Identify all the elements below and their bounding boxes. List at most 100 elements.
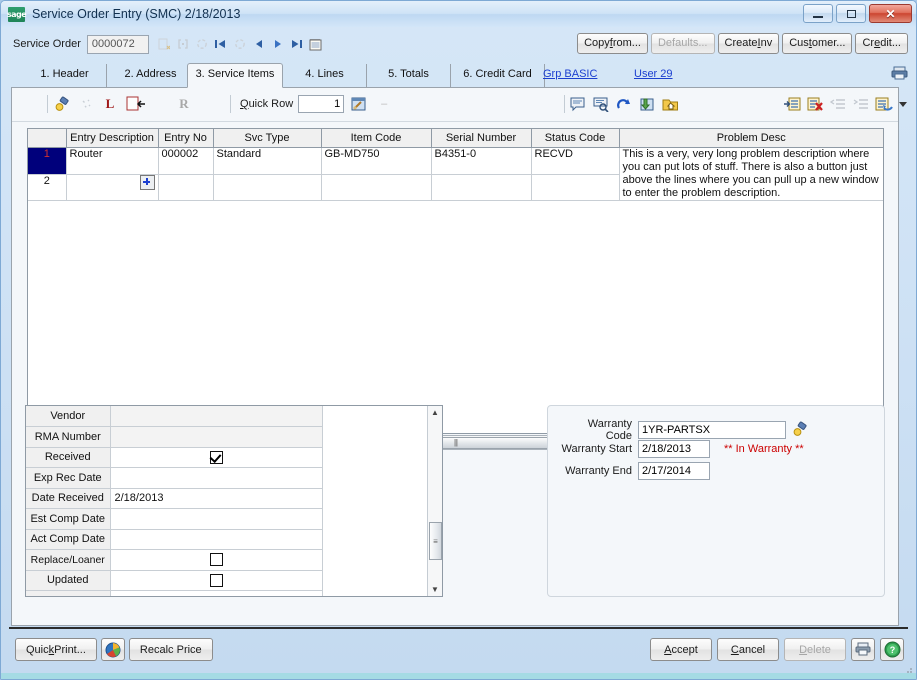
printer-icon[interactable] bbox=[891, 65, 908, 84]
service-item-detail-grid[interactable]: Vendor RMA Number Received Exp Rec Date bbox=[25, 405, 443, 597]
detail-value-updated[interactable] bbox=[110, 570, 323, 591]
table-row[interactable]: 1 Router 000002 Standard GB-MD750 B4351-… bbox=[28, 147, 883, 201]
insert-row-icon[interactable] bbox=[782, 94, 802, 114]
flashlight-icon[interactable] bbox=[792, 421, 808, 440]
flashlight-icon[interactable] bbox=[52, 94, 72, 114]
scroll-down-icon[interactable]: ▼ bbox=[429, 583, 442, 596]
tab-service-items[interactable]: 3. Service Items bbox=[187, 63, 283, 88]
cell-svc-type[interactable] bbox=[213, 174, 322, 201]
list-item[interactable]: Vendor bbox=[26, 406, 442, 596]
comment-icon[interactable] bbox=[568, 94, 588, 114]
expand-problem-button[interactable] bbox=[139, 174, 155, 190]
comment-search-icon[interactable] bbox=[591, 94, 611, 114]
col-serial-number[interactable]: Serial Number bbox=[431, 129, 532, 148]
copy-line-icon[interactable] bbox=[124, 94, 148, 114]
user-link[interactable]: User 29 bbox=[634, 68, 673, 80]
detail-vertical-scrollbar[interactable]: ▲ ≡ ▼ bbox=[427, 406, 442, 596]
dropdown-arrow-icon[interactable] bbox=[897, 94, 909, 114]
quick-row-input[interactable]: 1 bbox=[298, 95, 345, 113]
col-svc-type[interactable]: Svc Type bbox=[213, 129, 322, 148]
col-item-code[interactable]: Item Code bbox=[321, 129, 432, 148]
tab-header[interactable]: 1. Header bbox=[23, 64, 107, 87]
cancel-button[interactable]: Cancel bbox=[717, 638, 779, 661]
quick-print-button[interactable]: Quic k Print... bbox=[15, 638, 97, 661]
detail-value-vendor[interactable] bbox=[110, 406, 323, 427]
cell-problem-desc[interactable]: This is a very, very long problem descri… bbox=[619, 147, 883, 201]
line-left-icon[interactable]: L bbox=[100, 94, 120, 114]
accept-button[interactable]: Accept bbox=[650, 638, 712, 661]
recalc-price-button[interactable]: Recalc Price bbox=[128, 638, 213, 661]
next-record-icon[interactable] bbox=[271, 37, 285, 52]
service-items-grid[interactable]: Entry Description Entry No Svc Type Item… bbox=[27, 128, 884, 434]
detail-value-received[interactable] bbox=[110, 447, 323, 468]
warranty-start-input[interactable]: 2/18/2013 bbox=[638, 440, 710, 458]
delete-row-icon[interactable] bbox=[805, 94, 825, 114]
col-entry-description[interactable]: Entry Description bbox=[66, 129, 159, 148]
refresh-arrow-icon[interactable] bbox=[614, 94, 634, 114]
bracket-icon[interactable] bbox=[176, 37, 190, 52]
prev-record-icon[interactable] bbox=[252, 37, 266, 52]
detail-value-est-comp-date[interactable] bbox=[110, 508, 323, 530]
cell-svc-type[interactable]: Standard bbox=[213, 147, 322, 175]
cell-entry-no[interactable]: 000002 bbox=[158, 147, 214, 175]
tab-lines[interactable]: 4. Lines bbox=[283, 64, 367, 87]
defaults-button[interactable]: Defaults... bbox=[650, 33, 715, 54]
lookup-icon[interactable] bbox=[349, 94, 369, 114]
warranty-end-input[interactable]: 2/17/2014 bbox=[638, 462, 710, 480]
print-preview-button[interactable] bbox=[100, 638, 125, 661]
maximize-button[interactable] bbox=[836, 4, 866, 23]
first-record-icon[interactable] bbox=[214, 37, 228, 52]
received-checkbox[interactable] bbox=[209, 450, 223, 464]
credit-button[interactable]: Cr e dit... bbox=[855, 33, 908, 54]
cell-item-code[interactable]: GB-MD750 bbox=[321, 147, 432, 175]
customer-button[interactable]: Cus t omer... bbox=[782, 33, 853, 54]
col-status-code[interactable]: Status Code bbox=[531, 129, 620, 148]
cell-entry-description[interactable] bbox=[66, 174, 159, 201]
row-number[interactable]: 1 bbox=[28, 147, 67, 175]
grp-basic-link[interactable]: Grp BASIC bbox=[543, 68, 597, 80]
detail-value-act-comp-date[interactable] bbox=[110, 529, 323, 550]
col-entry-no[interactable]: Entry No bbox=[158, 129, 214, 148]
detail-value-date-received[interactable]: 2/18/2013 bbox=[110, 488, 323, 509]
tab-address-label: 2. Address bbox=[124, 68, 177, 80]
tab-credit-card[interactable]: 6. Credit Card bbox=[451, 64, 545, 87]
detail-value-replace-loaner[interactable] bbox=[110, 549, 323, 571]
detail-value-exp-rec-date[interactable] bbox=[110, 467, 323, 489]
export-icon[interactable] bbox=[637, 94, 657, 114]
grid-settings-icon[interactable] bbox=[874, 94, 894, 114]
updated-checkbox[interactable] bbox=[209, 573, 223, 587]
memo-icon[interactable] bbox=[309, 37, 323, 52]
refresh-icon[interactable] bbox=[195, 37, 209, 52]
cell-serial-number[interactable] bbox=[431, 174, 532, 201]
warranty-code-input[interactable]: 1YR-PARTSX bbox=[638, 421, 786, 439]
service-order-input[interactable]: 0000072 bbox=[86, 34, 149, 54]
minimize-button[interactable] bbox=[803, 4, 833, 23]
vscroll-thumb[interactable]: ≡ bbox=[429, 522, 442, 560]
resize-grip[interactable] bbox=[903, 667, 913, 677]
new-icon[interactable] bbox=[157, 37, 171, 52]
close-button[interactable]: ✕ bbox=[869, 4, 912, 23]
col-problem-desc[interactable]: Problem Desc bbox=[619, 129, 883, 148]
cell-entry-no[interactable] bbox=[158, 174, 214, 201]
create-inv-button[interactable]: Create Inv bbox=[717, 33, 780, 54]
replace-loaner-checkbox[interactable] bbox=[209, 553, 223, 567]
tab-address[interactable]: 2. Address bbox=[107, 64, 195, 87]
help-button[interactable]: ? bbox=[880, 638, 904, 661]
delete-button[interactable]: Delete bbox=[784, 638, 846, 661]
cell-entry-description[interactable]: Router bbox=[66, 147, 159, 175]
cell-item-code[interactable] bbox=[321, 174, 432, 201]
tab-totals[interactable]: 5. Totals bbox=[367, 64, 451, 87]
cell-serial-number[interactable]: B4351-0 bbox=[431, 147, 532, 175]
last-record-icon[interactable] bbox=[290, 37, 304, 52]
print-button[interactable] bbox=[851, 638, 875, 661]
detail-value-empty[interactable] bbox=[110, 590, 323, 596]
home-folder-icon[interactable] bbox=[660, 94, 680, 114]
cell-status-code[interactable]: RECVD bbox=[531, 147, 620, 175]
detail-value-rma-number[interactable] bbox=[110, 426, 323, 448]
scroll-up-icon[interactable]: ▲ bbox=[429, 406, 442, 419]
indent-right-icon bbox=[851, 94, 871, 114]
reload-icon[interactable] bbox=[233, 37, 247, 52]
cell-status-code[interactable] bbox=[531, 174, 620, 201]
row-number[interactable]: 2 bbox=[28, 174, 67, 201]
copy-from-button[interactable]: Copy f rom... bbox=[577, 33, 648, 54]
